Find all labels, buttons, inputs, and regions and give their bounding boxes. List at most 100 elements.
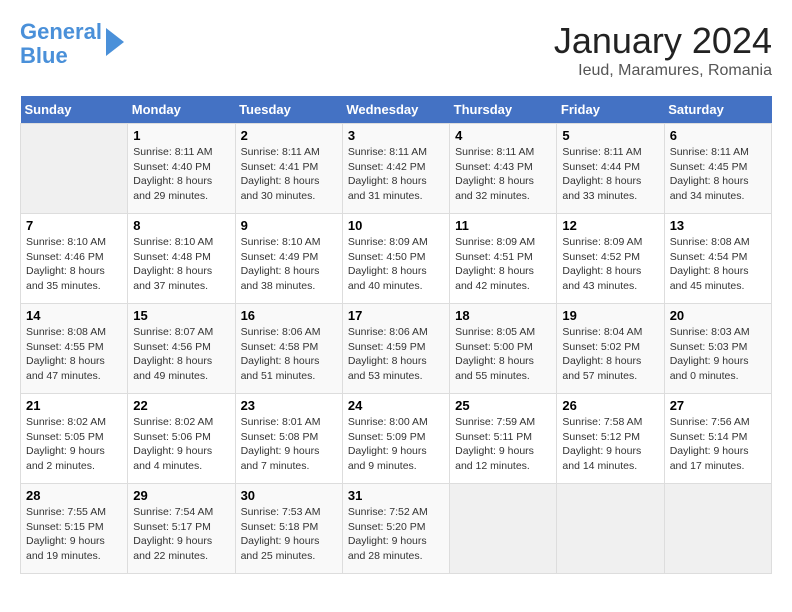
logo-text: General Blue (20, 20, 102, 68)
day-number: 11 (455, 218, 551, 233)
day-info: Sunrise: 8:07 AMSunset: 4:56 PMDaylight:… (133, 325, 229, 384)
calendar-cell: 5 Sunrise: 8:11 AMSunset: 4:44 PMDayligh… (557, 124, 664, 214)
day-info: Sunrise: 7:53 AMSunset: 5:18 PMDaylight:… (241, 505, 337, 564)
day-number: 26 (562, 398, 658, 413)
day-number: 25 (455, 398, 551, 413)
day-number: 27 (670, 398, 766, 413)
day-info: Sunrise: 8:02 AMSunset: 5:06 PMDaylight:… (133, 415, 229, 474)
col-tuesday: Tuesday (235, 96, 342, 124)
day-info: Sunrise: 8:04 AMSunset: 5:02 PMDaylight:… (562, 325, 658, 384)
day-number: 22 (133, 398, 229, 413)
day-info: Sunrise: 7:54 AMSunset: 5:17 PMDaylight:… (133, 505, 229, 564)
location-title: Ieud, Maramures, Romania (554, 62, 772, 80)
day-number: 16 (241, 308, 337, 323)
calendar-week-row: 28 Sunrise: 7:55 AMSunset: 5:15 PMDaylig… (21, 484, 772, 574)
calendar-week-row: 7 Sunrise: 8:10 AMSunset: 4:46 PMDayligh… (21, 214, 772, 304)
day-info: Sunrise: 8:10 AMSunset: 4:49 PMDaylight:… (241, 235, 337, 294)
calendar-cell: 6 Sunrise: 8:11 AMSunset: 4:45 PMDayligh… (664, 124, 771, 214)
calendar-cell: 30 Sunrise: 7:53 AMSunset: 5:18 PMDaylig… (235, 484, 342, 574)
day-number: 17 (348, 308, 444, 323)
day-info: Sunrise: 8:02 AMSunset: 5:05 PMDaylight:… (26, 415, 122, 474)
calendar-cell (557, 484, 664, 574)
calendar-cell: 28 Sunrise: 7:55 AMSunset: 5:15 PMDaylig… (21, 484, 128, 574)
day-number: 13 (670, 218, 766, 233)
calendar-cell: 13 Sunrise: 8:08 AMSunset: 4:54 PMDaylig… (664, 214, 771, 304)
day-info: Sunrise: 8:11 AMSunset: 4:45 PMDaylight:… (670, 145, 766, 204)
calendar-cell (664, 484, 771, 574)
calendar-cell: 7 Sunrise: 8:10 AMSunset: 4:46 PMDayligh… (21, 214, 128, 304)
title-block: January 2024 Ieud, Maramures, Romania (554, 20, 772, 80)
day-number: 6 (670, 128, 766, 143)
day-info: Sunrise: 7:58 AMSunset: 5:12 PMDaylight:… (562, 415, 658, 474)
day-number: 1 (133, 128, 229, 143)
calendar-cell: 22 Sunrise: 8:02 AMSunset: 5:06 PMDaylig… (128, 394, 235, 484)
day-info: Sunrise: 7:59 AMSunset: 5:11 PMDaylight:… (455, 415, 551, 474)
logo-blue: Blue (20, 43, 68, 68)
calendar-cell: 18 Sunrise: 8:05 AMSunset: 5:00 PMDaylig… (450, 304, 557, 394)
day-number: 21 (26, 398, 122, 413)
day-number: 20 (670, 308, 766, 323)
calendar-cell: 19 Sunrise: 8:04 AMSunset: 5:02 PMDaylig… (557, 304, 664, 394)
col-wednesday: Wednesday (342, 96, 449, 124)
day-info: Sunrise: 7:52 AMSunset: 5:20 PMDaylight:… (348, 505, 444, 564)
day-number: 14 (26, 308, 122, 323)
calendar-cell: 31 Sunrise: 7:52 AMSunset: 5:20 PMDaylig… (342, 484, 449, 574)
day-number: 3 (348, 128, 444, 143)
col-friday: Friday (557, 96, 664, 124)
day-info: Sunrise: 8:11 AMSunset: 4:42 PMDaylight:… (348, 145, 444, 204)
day-info: Sunrise: 8:10 AMSunset: 4:48 PMDaylight:… (133, 235, 229, 294)
day-number: 12 (562, 218, 658, 233)
calendar-cell: 14 Sunrise: 8:08 AMSunset: 4:55 PMDaylig… (21, 304, 128, 394)
day-info: Sunrise: 8:03 AMSunset: 5:03 PMDaylight:… (670, 325, 766, 384)
calendar-cell: 15 Sunrise: 8:07 AMSunset: 4:56 PMDaylig… (128, 304, 235, 394)
calendar-cell: 11 Sunrise: 8:09 AMSunset: 4:51 PMDaylig… (450, 214, 557, 304)
day-info: Sunrise: 8:08 AMSunset: 4:55 PMDaylight:… (26, 325, 122, 384)
day-info: Sunrise: 8:09 AMSunset: 4:52 PMDaylight:… (562, 235, 658, 294)
calendar-cell: 27 Sunrise: 7:56 AMSunset: 5:14 PMDaylig… (664, 394, 771, 484)
calendar-cell: 20 Sunrise: 8:03 AMSunset: 5:03 PMDaylig… (664, 304, 771, 394)
calendar-cell: 8 Sunrise: 8:10 AMSunset: 4:48 PMDayligh… (128, 214, 235, 304)
calendar-cell (21, 124, 128, 214)
logo-arrow-icon (106, 28, 124, 56)
day-info: Sunrise: 8:08 AMSunset: 4:54 PMDaylight:… (670, 235, 766, 294)
day-number: 29 (133, 488, 229, 503)
day-info: Sunrise: 8:06 AMSunset: 4:59 PMDaylight:… (348, 325, 444, 384)
day-number: 5 (562, 128, 658, 143)
calendar-table: Sunday Monday Tuesday Wednesday Thursday… (20, 96, 772, 574)
calendar-cell: 26 Sunrise: 7:58 AMSunset: 5:12 PMDaylig… (557, 394, 664, 484)
day-number: 15 (133, 308, 229, 323)
col-monday: Monday (128, 96, 235, 124)
calendar-week-row: 1 Sunrise: 8:11 AMSunset: 4:40 PMDayligh… (21, 124, 772, 214)
month-title: January 2024 (554, 20, 772, 62)
day-number: 8 (133, 218, 229, 233)
day-info: Sunrise: 8:11 AMSunset: 4:40 PMDaylight:… (133, 145, 229, 204)
calendar-cell: 3 Sunrise: 8:11 AMSunset: 4:42 PMDayligh… (342, 124, 449, 214)
day-number: 19 (562, 308, 658, 323)
calendar-cell: 12 Sunrise: 8:09 AMSunset: 4:52 PMDaylig… (557, 214, 664, 304)
calendar-cell: 21 Sunrise: 8:02 AMSunset: 5:05 PMDaylig… (21, 394, 128, 484)
calendar-cell: 17 Sunrise: 8:06 AMSunset: 4:59 PMDaylig… (342, 304, 449, 394)
day-info: Sunrise: 8:09 AMSunset: 4:50 PMDaylight:… (348, 235, 444, 294)
calendar-cell: 24 Sunrise: 8:00 AMSunset: 5:09 PMDaylig… (342, 394, 449, 484)
calendar-cell: 10 Sunrise: 8:09 AMSunset: 4:50 PMDaylig… (342, 214, 449, 304)
day-info: Sunrise: 8:01 AMSunset: 5:08 PMDaylight:… (241, 415, 337, 474)
day-info: Sunrise: 8:09 AMSunset: 4:51 PMDaylight:… (455, 235, 551, 294)
page-header: General Blue January 2024 Ieud, Maramure… (20, 20, 772, 80)
calendar-cell: 16 Sunrise: 8:06 AMSunset: 4:58 PMDaylig… (235, 304, 342, 394)
calendar-cell: 2 Sunrise: 8:11 AMSunset: 4:41 PMDayligh… (235, 124, 342, 214)
day-number: 2 (241, 128, 337, 143)
calendar-cell: 4 Sunrise: 8:11 AMSunset: 4:43 PMDayligh… (450, 124, 557, 214)
day-info: Sunrise: 7:56 AMSunset: 5:14 PMDaylight:… (670, 415, 766, 474)
day-number: 24 (348, 398, 444, 413)
day-number: 10 (348, 218, 444, 233)
col-thursday: Thursday (450, 96, 557, 124)
calendar-cell: 29 Sunrise: 7:54 AMSunset: 5:17 PMDaylig… (128, 484, 235, 574)
col-sunday: Sunday (21, 96, 128, 124)
day-info: Sunrise: 8:06 AMSunset: 4:58 PMDaylight:… (241, 325, 337, 384)
day-info: Sunrise: 8:11 AMSunset: 4:41 PMDaylight:… (241, 145, 337, 204)
day-number: 18 (455, 308, 551, 323)
day-info: Sunrise: 8:00 AMSunset: 5:09 PMDaylight:… (348, 415, 444, 474)
calendar-header-row: Sunday Monday Tuesday Wednesday Thursday… (21, 96, 772, 124)
day-number: 4 (455, 128, 551, 143)
day-info: Sunrise: 8:11 AMSunset: 4:43 PMDaylight:… (455, 145, 551, 204)
